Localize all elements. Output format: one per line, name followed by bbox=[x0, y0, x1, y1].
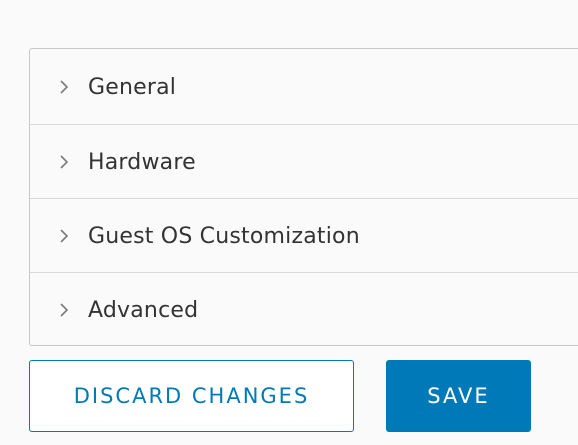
header-area bbox=[0, 0, 578, 48]
chevron-right-icon[interactable] bbox=[59, 80, 69, 94]
save-button[interactable]: SAVE bbox=[386, 360, 531, 432]
accordion-item-hardware[interactable]: Hardware bbox=[30, 125, 578, 199]
settings-accordion: General Hardware Guest OS Customization … bbox=[29, 48, 578, 346]
accordion-item-advanced[interactable]: Advanced bbox=[30, 273, 578, 347]
accordion-item-guest-os-customization[interactable]: Guest OS Customization bbox=[30, 199, 578, 273]
chevron-right-icon[interactable] bbox=[59, 229, 69, 243]
accordion-item-label: General bbox=[88, 74, 177, 100]
accordion-item-general[interactable]: General bbox=[30, 49, 578, 125]
accordion-item-label: Guest OS Customization bbox=[88, 223, 360, 249]
chevron-right-icon[interactable] bbox=[59, 155, 69, 169]
accordion-item-label: Hardware bbox=[88, 149, 196, 175]
chevron-right-icon[interactable] bbox=[59, 303, 69, 317]
discard-changes-button[interactable]: DISCARD CHANGES bbox=[29, 360, 354, 432]
accordion-item-label: Advanced bbox=[88, 297, 199, 323]
